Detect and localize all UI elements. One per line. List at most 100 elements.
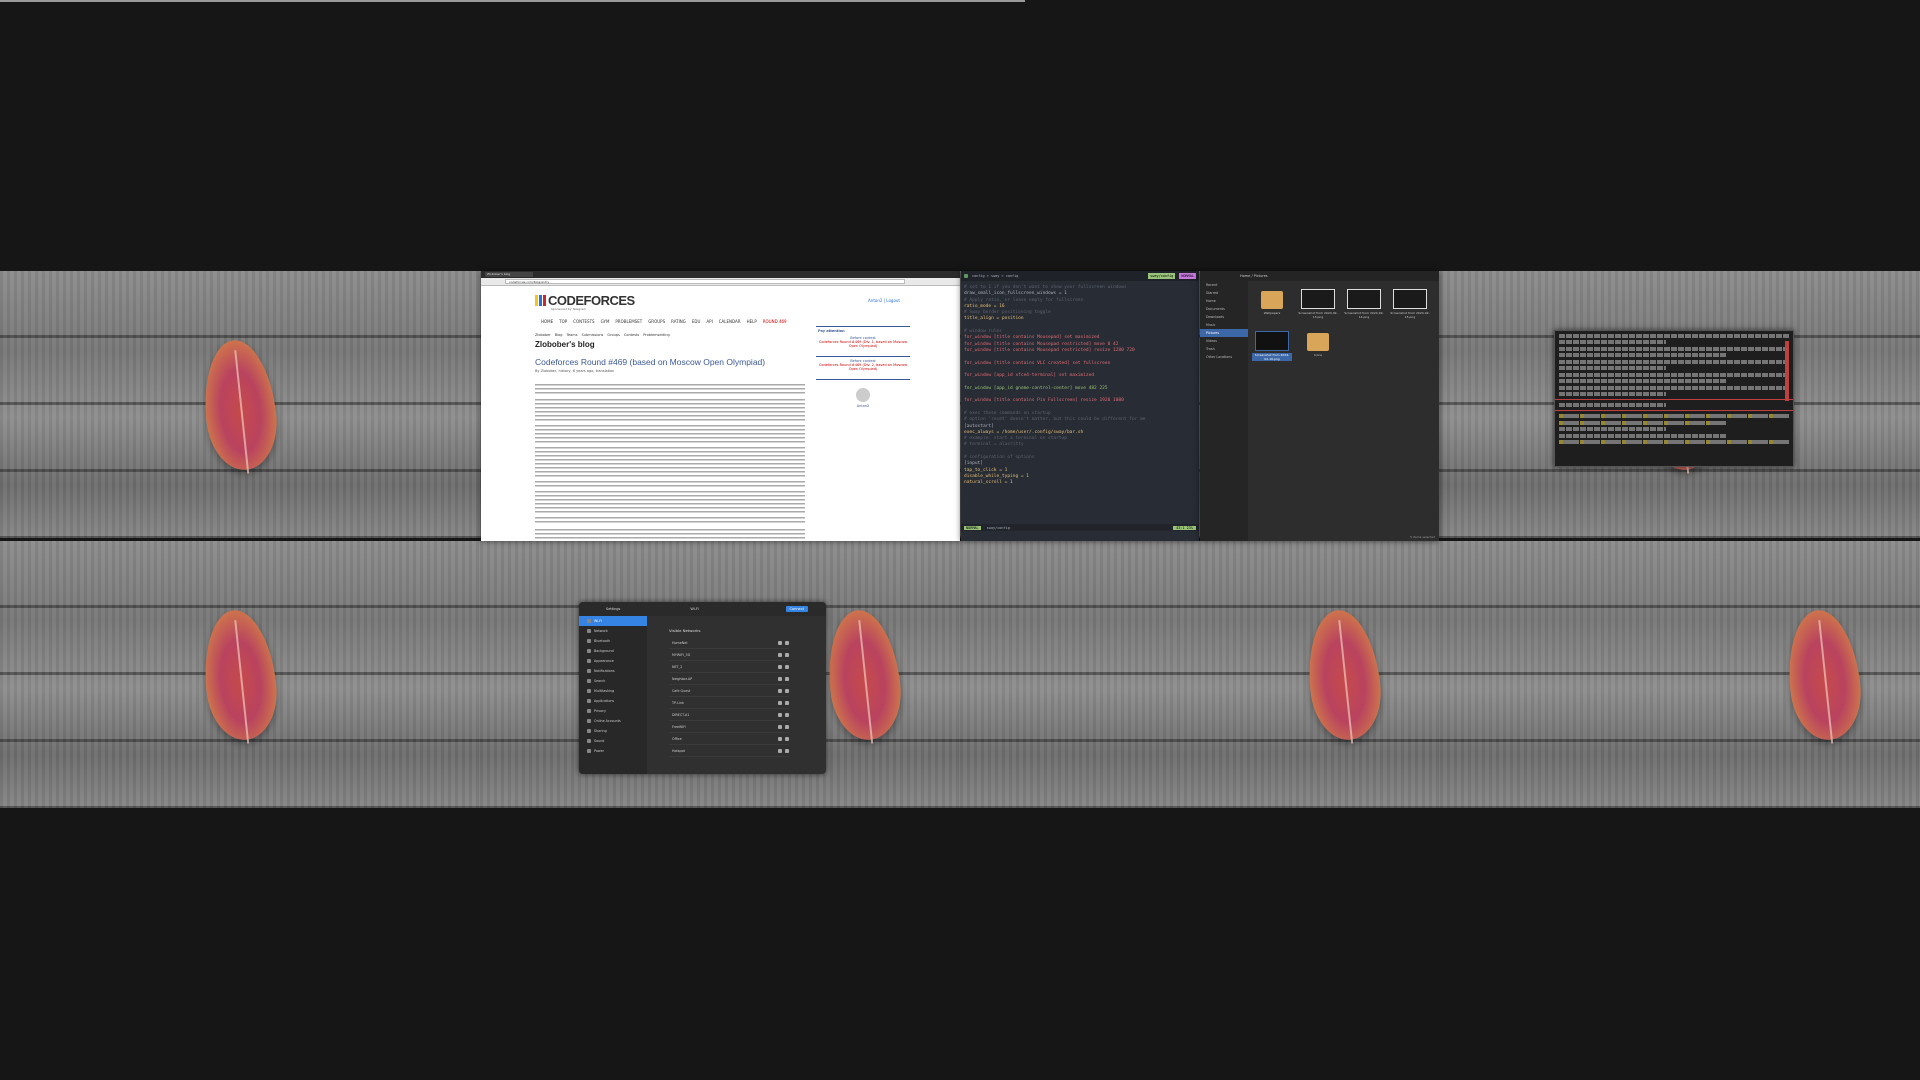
connect-button[interactable]: Connect: [785, 606, 808, 612]
file-item[interactable]: Screenshot from 2024-02-14.png: [1344, 289, 1384, 327]
header-user-links[interactable]: Anton2 | Logout: [868, 298, 900, 303]
settings-nav-label: Privacy: [594, 709, 606, 713]
editor-statusbar: NORMAL sway/config 43:1 23%: [961, 524, 1199, 531]
nav-item[interactable]: TOP: [559, 319, 567, 324]
contest-link[interactable]: Codeforces Round #469 (Div. 2, based on …: [818, 363, 908, 371]
settings-nav-item[interactable]: Appearance: [579, 656, 647, 666]
post-paragraph: [535, 491, 805, 513]
codeforces-logo[interactable]: CODEFORCES: [535, 293, 635, 308]
network-row[interactable]: Office: [669, 733, 789, 745]
contest-link[interactable]: Codeforces Round #469 (Div. 1, based on …: [818, 340, 908, 348]
nav-item[interactable]: EDU: [692, 319, 701, 324]
network-row[interactable]: HomeNet: [669, 637, 789, 649]
settings-nav-item[interactable]: Notifications: [579, 666, 647, 676]
terminal-window[interactable]: [1554, 330, 1794, 467]
file-item[interactable]: Icons: [1298, 331, 1338, 369]
browser-window[interactable]: Zlobober's blog codeforces.com/blog/entr…: [481, 271, 960, 541]
editor-window[interactable]: config > sway > config sway/config NORMA…: [961, 271, 1199, 541]
file-item[interactable]: Wallpapers: [1252, 289, 1292, 327]
file-item[interactable]: Screenshot from 2024-02-13.png: [1298, 289, 1338, 327]
network-status: [778, 688, 789, 693]
nav-item[interactable]: API: [706, 319, 712, 324]
sidebar-item[interactable]: Recent: [1200, 281, 1248, 289]
nav-item[interactable]: GROUPS: [648, 319, 665, 324]
network-status: [778, 712, 789, 717]
settings-nav-item[interactable]: Privacy: [579, 706, 647, 716]
settings-nav-item[interactable]: Sound: [579, 736, 647, 746]
nav-item[interactable]: GYM: [601, 319, 610, 324]
network-row[interactable]: NET_2: [669, 661, 789, 673]
network-row[interactable]: Hotspot: [669, 745, 789, 757]
network-row[interactable]: Cafe Guest: [669, 685, 789, 697]
sidebar-item[interactable]: Videos: [1200, 337, 1248, 345]
nav-item[interactable]: RATING: [671, 319, 686, 324]
settings-nav-item[interactable]: Search: [579, 676, 647, 686]
settings-item-icon: [587, 719, 591, 723]
profile-tab[interactable]: Contests: [624, 333, 639, 337]
network-row[interactable]: DIRECT-A1: [669, 709, 789, 721]
settings-nav-item[interactable]: Multitasking: [579, 686, 647, 696]
sidebar-item[interactable]: Starred: [1200, 289, 1248, 297]
settings-nav-item[interactable]: Online Accounts: [579, 716, 647, 726]
post-paragraph: [535, 399, 805, 421]
workspace-5[interactable]: [0, 541, 480, 808]
settings-nav-item[interactable]: Sharing: [579, 726, 647, 736]
settings-nav-item[interactable]: Background: [579, 646, 647, 656]
status-position: 43:1 23%: [1173, 525, 1196, 530]
profile-tab[interactable]: Blog: [555, 333, 563, 337]
network-row[interactable]: Neighbor-AP: [669, 673, 789, 685]
nav-item[interactable]: HELP: [747, 319, 757, 324]
network-name: FreeWiFi: [672, 724, 686, 729]
profile-tab[interactable]: Teams: [566, 333, 577, 337]
settings-item-icon: [587, 709, 591, 713]
settings-nav-item[interactable]: Wi-Fi: [579, 616, 647, 626]
nav-item[interactable]: PROBLEMSET: [615, 319, 642, 324]
settings-window[interactable]: Settings Wi-Fi Connect Wi-Fi Network Bluet…: [579, 602, 826, 774]
workspace-1[interactable]: [0, 271, 480, 538]
nav-item[interactable]: CONTESTS: [573, 319, 594, 324]
profile-tab[interactable]: Problemsetting: [643, 333, 669, 337]
file-item[interactable]: Screenshot from 2024-02-15.png: [1390, 289, 1430, 327]
network-row[interactable]: MYWIFI_5G: [669, 649, 789, 661]
wifi-signal-icon: [785, 688, 789, 693]
settings-nav-item[interactable]: Network: [579, 626, 647, 636]
user-name[interactable]: Anton2: [818, 404, 908, 408]
settings-nav-item[interactable]: Power: [579, 746, 647, 756]
url-input[interactable]: codeforces.com/blog/entry: [505, 279, 905, 284]
file-manager-window[interactable]: Home / Pictures Recent Starred Home Documen…: [1200, 271, 1439, 541]
settings-item-icon: [587, 699, 591, 703]
post-byline: By Zlobober, history, 6 years ago, trans…: [535, 369, 615, 373]
workspace-8[interactable]: [1440, 541, 1920, 808]
network-row[interactable]: TP-Link: [669, 697, 789, 709]
file-tag[interactable]: sway/config: [1148, 273, 1176, 279]
post-title[interactable]: Codeforces Round #469 (based on Moscow O…: [535, 357, 765, 367]
file-item[interactable]: Screenshot from 2024-02-16.png: [1252, 331, 1292, 369]
browser-tab[interactable]: Zlobober's blog: [485, 272, 533, 277]
sidebar-item[interactable]: Pictures: [1200, 329, 1248, 337]
nav-item[interactable]: HOME: [541, 319, 553, 324]
network-row[interactable]: FreeWiFi: [669, 721, 789, 733]
sidebar-item[interactable]: Trash: [1200, 345, 1248, 353]
profile-tab[interactable]: Groups: [607, 333, 619, 337]
terminal-line: [1559, 346, 1789, 351]
wifi-signal-icon: [785, 664, 789, 669]
sidebar-item[interactable]: Music: [1200, 321, 1248, 329]
profile-tab[interactable]: Zlobober: [535, 333, 551, 337]
nav-item[interactable]: CALENDAR: [719, 319, 741, 324]
settings-item-icon: [587, 659, 591, 663]
post-paragraph: [535, 425, 805, 443]
sidebar-item[interactable]: Home: [1200, 297, 1248, 305]
editor-icon: [964, 274, 968, 278]
sidebar-item[interactable]: Downloads: [1200, 313, 1248, 321]
sidebar-item[interactable]: Other Locations: [1200, 353, 1248, 361]
editor-text[interactable]: # set to 1 if you don't want to show you…: [961, 285, 1199, 487]
sidebar-item[interactable]: Documents: [1200, 305, 1248, 313]
nav-item-highlight[interactable]: ROUND 469: [763, 319, 787, 324]
leaf-wallpaper: [822, 606, 906, 743]
path-bar[interactable]: Home / Pictures: [1240, 274, 1268, 278]
workspace-7[interactable]: [960, 541, 1440, 808]
settings-title: Settings: [606, 607, 621, 611]
settings-nav-item[interactable]: Bluetooth: [579, 636, 647, 646]
profile-tab[interactable]: Submissions: [582, 333, 604, 337]
settings-nav-item[interactable]: Applications: [579, 696, 647, 706]
